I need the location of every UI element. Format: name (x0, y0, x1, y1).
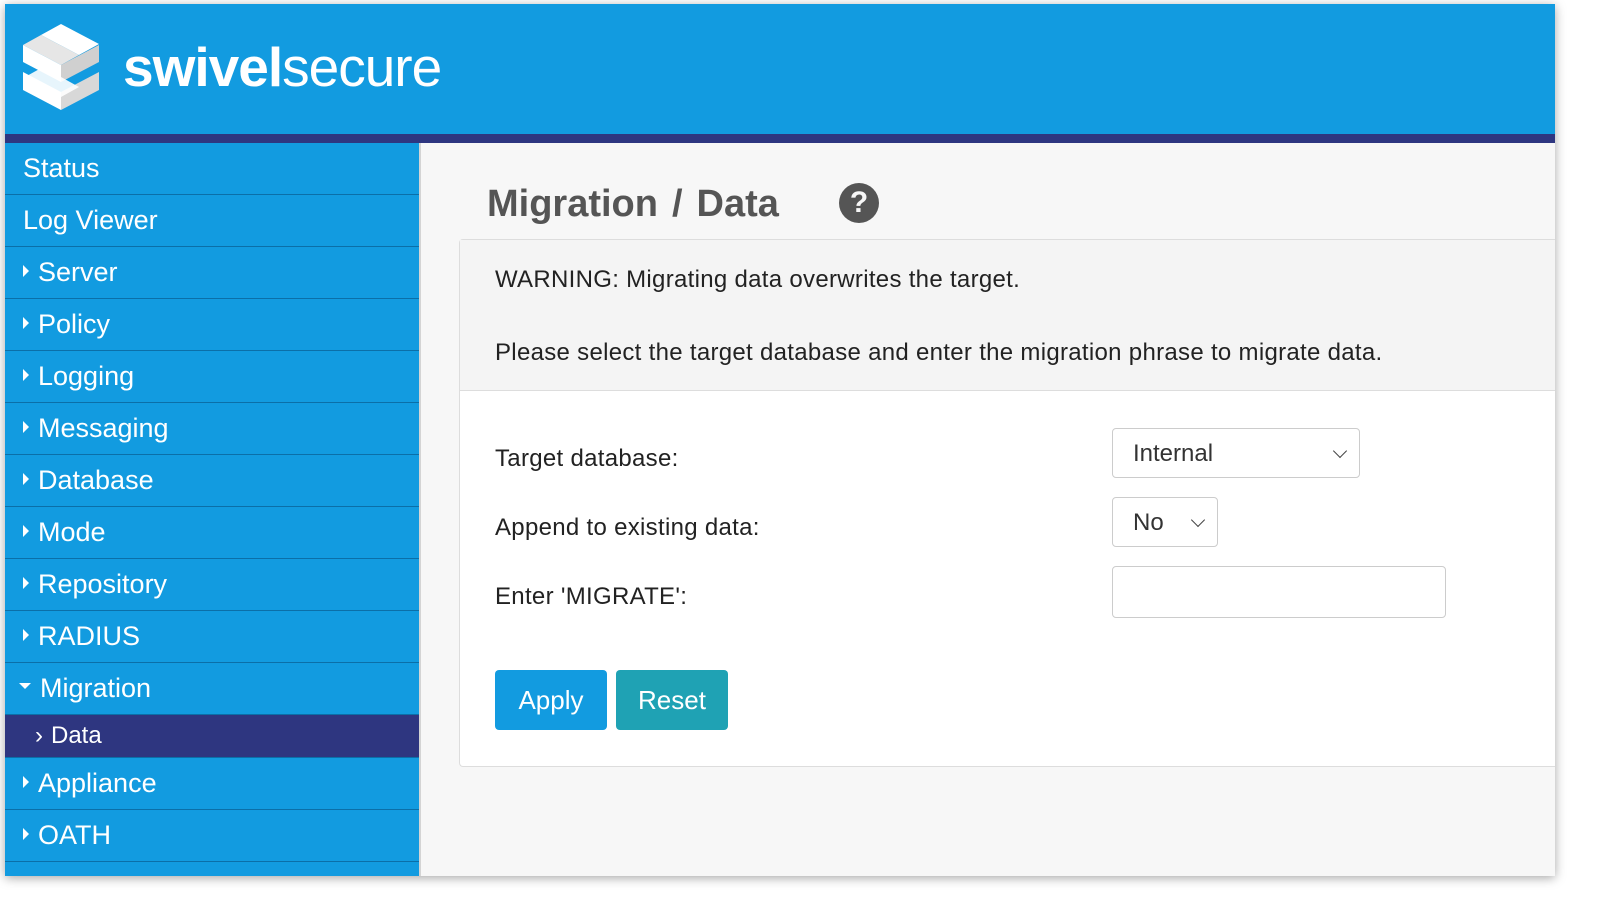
append-select[interactable]: No (1112, 497, 1218, 547)
sidebar-subitem-data[interactable]: › Data (5, 715, 419, 758)
logo-word-secure: secure (282, 36, 442, 98)
sidebar-item-label: Repository (38, 569, 168, 599)
page-title-separator: / (671, 183, 683, 225)
caret-right-icon (23, 421, 29, 433)
caret-right-icon (23, 525, 29, 537)
header-bar: swivelsecure (5, 4, 1555, 134)
app-window: swivelsecure Status Log Viewer Server Po… (5, 4, 1555, 876)
sidebar-item-label: Database (38, 465, 154, 495)
reset-button[interactable]: Reset (616, 670, 728, 730)
swivel-logo-icon (23, 24, 99, 110)
target-database-value: Internal (1133, 440, 1214, 467)
sidebar-item-label: Logging (38, 361, 135, 391)
sidebar-item-label: Mode (38, 517, 106, 547)
sidebar-item-label: Data (51, 722, 102, 749)
sidebar-item-label: Appliance (38, 768, 157, 798)
sidebar-item-mode[interactable]: Mode (5, 507, 419, 559)
page-title: Migration / Data (487, 181, 779, 227)
page-title-section: Migration (487, 183, 658, 225)
caret-right-icon (23, 577, 29, 589)
sidebar-nav: Status Log Viewer Server Policy Logging … (5, 143, 419, 876)
help-icon[interactable]: ? (839, 183, 879, 223)
sidebar-item-radius[interactable]: RADIUS (5, 611, 419, 663)
sidebar-item-label: Policy (38, 309, 111, 339)
caret-down-icon (19, 683, 31, 689)
brand-logo-text: swivelsecure (123, 34, 442, 100)
target-database-label: Target database: (495, 445, 679, 472)
sidebar-item-label: Server (38, 257, 118, 287)
apply-button[interactable]: Apply (495, 670, 607, 730)
sidebar-item-label: Messaging (38, 413, 169, 443)
sidebar-item-label: OATH (38, 820, 111, 850)
header-stripe (5, 134, 1555, 143)
append-value: No (1133, 509, 1164, 536)
sidebar-item-oath[interactable]: OATH (5, 810, 419, 862)
sidebar-item-label: Migration (40, 673, 152, 703)
chevron-right-icon: › (35, 722, 43, 749)
caret-right-icon (23, 265, 29, 277)
sidebar-item-appliance[interactable]: Appliance (5, 758, 419, 810)
caret-right-icon (23, 369, 29, 381)
caret-right-icon (23, 317, 29, 329)
sidebar-item-label: Log Viewer (23, 205, 158, 235)
chevron-down-icon (1332, 443, 1348, 459)
sidebar-item-server[interactable]: Server (5, 247, 419, 299)
chevron-down-icon (1190, 512, 1206, 528)
page-title-page: Data (696, 183, 779, 225)
sidebar-item-label: Status (23, 153, 100, 183)
sidebar-item-database[interactable]: Database (5, 455, 419, 507)
migrate-phrase-label: Enter 'MIGRATE': (495, 583, 688, 610)
warning-text: WARNING: Migrating data overwrites the t… (495, 266, 1021, 293)
sidebar-item-log-viewer[interactable]: Log Viewer (5, 195, 419, 247)
sidebar-item-migration[interactable]: Migration (5, 663, 419, 715)
sidebar-item-logging[interactable]: Logging (5, 351, 419, 403)
sidebar-item-status[interactable]: Status (5, 143, 419, 195)
sidebar-item-label: RADIUS (38, 621, 141, 651)
target-database-select[interactable]: Internal (1112, 428, 1360, 478)
instructions-text: Please select the target database and en… (495, 339, 1383, 366)
sidebar-item-messaging[interactable]: Messaging (5, 403, 419, 455)
append-label: Append to existing data: (495, 514, 760, 541)
migration-panel: WARNING: Migrating data overwrites the t… (459, 239, 1555, 767)
caret-right-icon (23, 828, 29, 840)
main-content: Migration / Data ? WARNING: Migrating data… (419, 143, 1555, 876)
sidebar-item-policy[interactable]: Policy (5, 299, 419, 351)
migrate-phrase-input[interactable] (1112, 566, 1446, 618)
sidebar-item-repository[interactable]: Repository (5, 559, 419, 611)
panel-header: WARNING: Migrating data overwrites the t… (460, 240, 1555, 391)
logo-word-swivel: swivel (123, 36, 283, 98)
caret-right-icon (23, 473, 29, 485)
caret-right-icon (23, 776, 29, 788)
caret-right-icon (23, 629, 29, 641)
